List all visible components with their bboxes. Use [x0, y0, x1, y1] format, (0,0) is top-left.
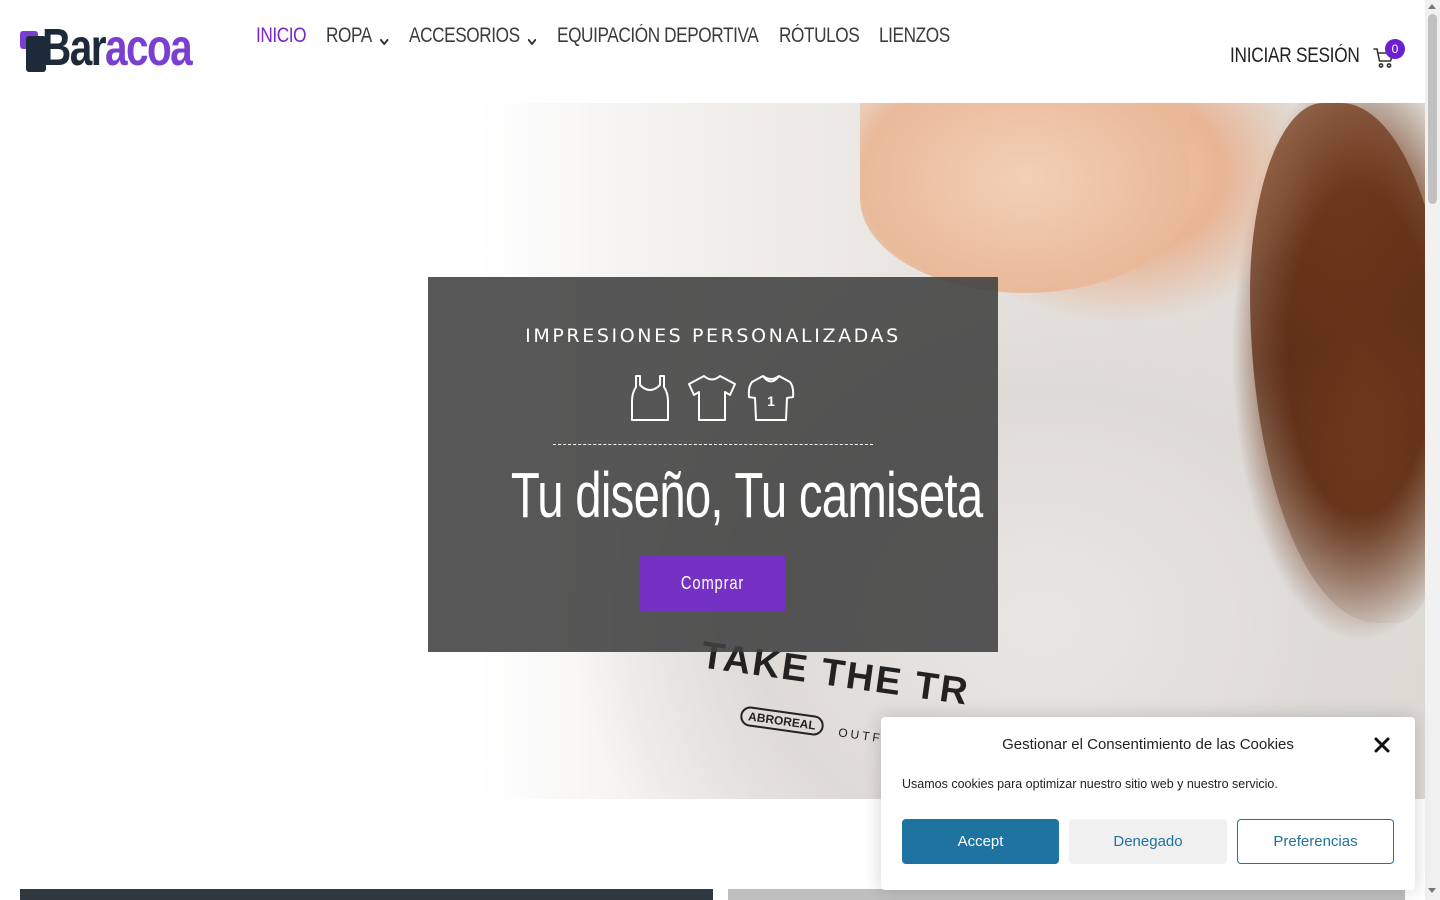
nav-item-label: ACCESORIOS [409, 24, 520, 47]
baracoa-logo[interactable]: Baracoa [20, 20, 193, 76]
nav-item-lienzos[interactable]: LIENZOS [879, 24, 950, 48]
nav-item-inicio[interactable]: INICIO [256, 24, 307, 48]
scrollbar-thumb[interactable] [1428, 14, 1437, 204]
scroll-up-arrow-icon[interactable] [1428, 4, 1436, 9]
site-header: Baracoa INICIO ROPA ACCESORIOS EQUIPACIÓN D… [0, 0, 1425, 103]
garment-icons: 1 [628, 373, 798, 423]
nav-item-label: ROPA [326, 24, 373, 47]
category-banner-left[interactable] [20, 889, 713, 900]
nav-item-ropa[interactable]: ROPA [326, 24, 389, 48]
chevron-down-icon[interactable] [527, 30, 537, 46]
close-icon[interactable] [1373, 736, 1391, 754]
hero-kicker: IMPRESIONES PERSONALIZADAS [525, 325, 901, 347]
accept-cookies-button[interactable]: Accept [902, 819, 1059, 864]
nav-item-accesorios[interactable]: ACCESORIOS [409, 24, 537, 48]
cookie-preferences-button[interactable]: Preferencias [1237, 819, 1394, 864]
svg-text:1: 1 [767, 393, 775, 409]
nav-item-label: INICIO [256, 24, 307, 47]
hero-photo-hair [1250, 103, 1425, 623]
tank-top-icon [631, 375, 669, 421]
hero-headline: Tu diseño, Tu camiseta [510, 459, 983, 531]
jersey-icon: 1 [747, 375, 795, 421]
nav-item-label: RÓTULOS [778, 24, 860, 47]
t-shirt-icon [688, 375, 736, 421]
logo-wordmark: Baracoa [42, 19, 193, 77]
cart-count-badge: 0 [1385, 39, 1405, 59]
hero-overlay-card: IMPRESIONES PERSONALIZADAS 1 Tu diseño, … [428, 277, 998, 652]
cookie-dialog-title: Gestionar el Consentimiento de las Cooki… [1002, 736, 1294, 753]
chevron-down-icon[interactable] [379, 30, 389, 46]
hero-photo-face [860, 103, 1190, 293]
shop-now-button[interactable]: Comprar [640, 555, 785, 611]
cookie-dialog-text: Usamos cookies para optimizar nuestro si… [902, 777, 1278, 791]
category-banner-right[interactable] [728, 889, 1405, 900]
nav-item-rótulos[interactable]: RÓTULOS [778, 24, 860, 48]
cookie-consent-dialog: Gestionar el Consentimiento de las Cooki… [881, 717, 1415, 890]
login-link[interactable]: INICIAR SESIÓN [1230, 44, 1360, 68]
shirt-print-badge: ABROREAL [739, 705, 825, 737]
nav-item-equipación-deportiva[interactable]: EQUIPACIÓN DEPORTIVA [557, 24, 759, 48]
nav-item-label: EQUIPACIÓN DEPORTIVA [557, 24, 759, 47]
scroll-down-arrow-icon[interactable] [1428, 888, 1436, 893]
hero-divider [553, 444, 873, 445]
deny-cookies-button[interactable]: Denegado [1069, 819, 1227, 864]
nav-item-label: LIENZOS [878, 24, 950, 47]
hero-section: TAKE THE TR ABROREAL OUTFITTE IMPRESIONE… [0, 103, 1425, 799]
page-scrollbar[interactable] [1425, 0, 1440, 900]
